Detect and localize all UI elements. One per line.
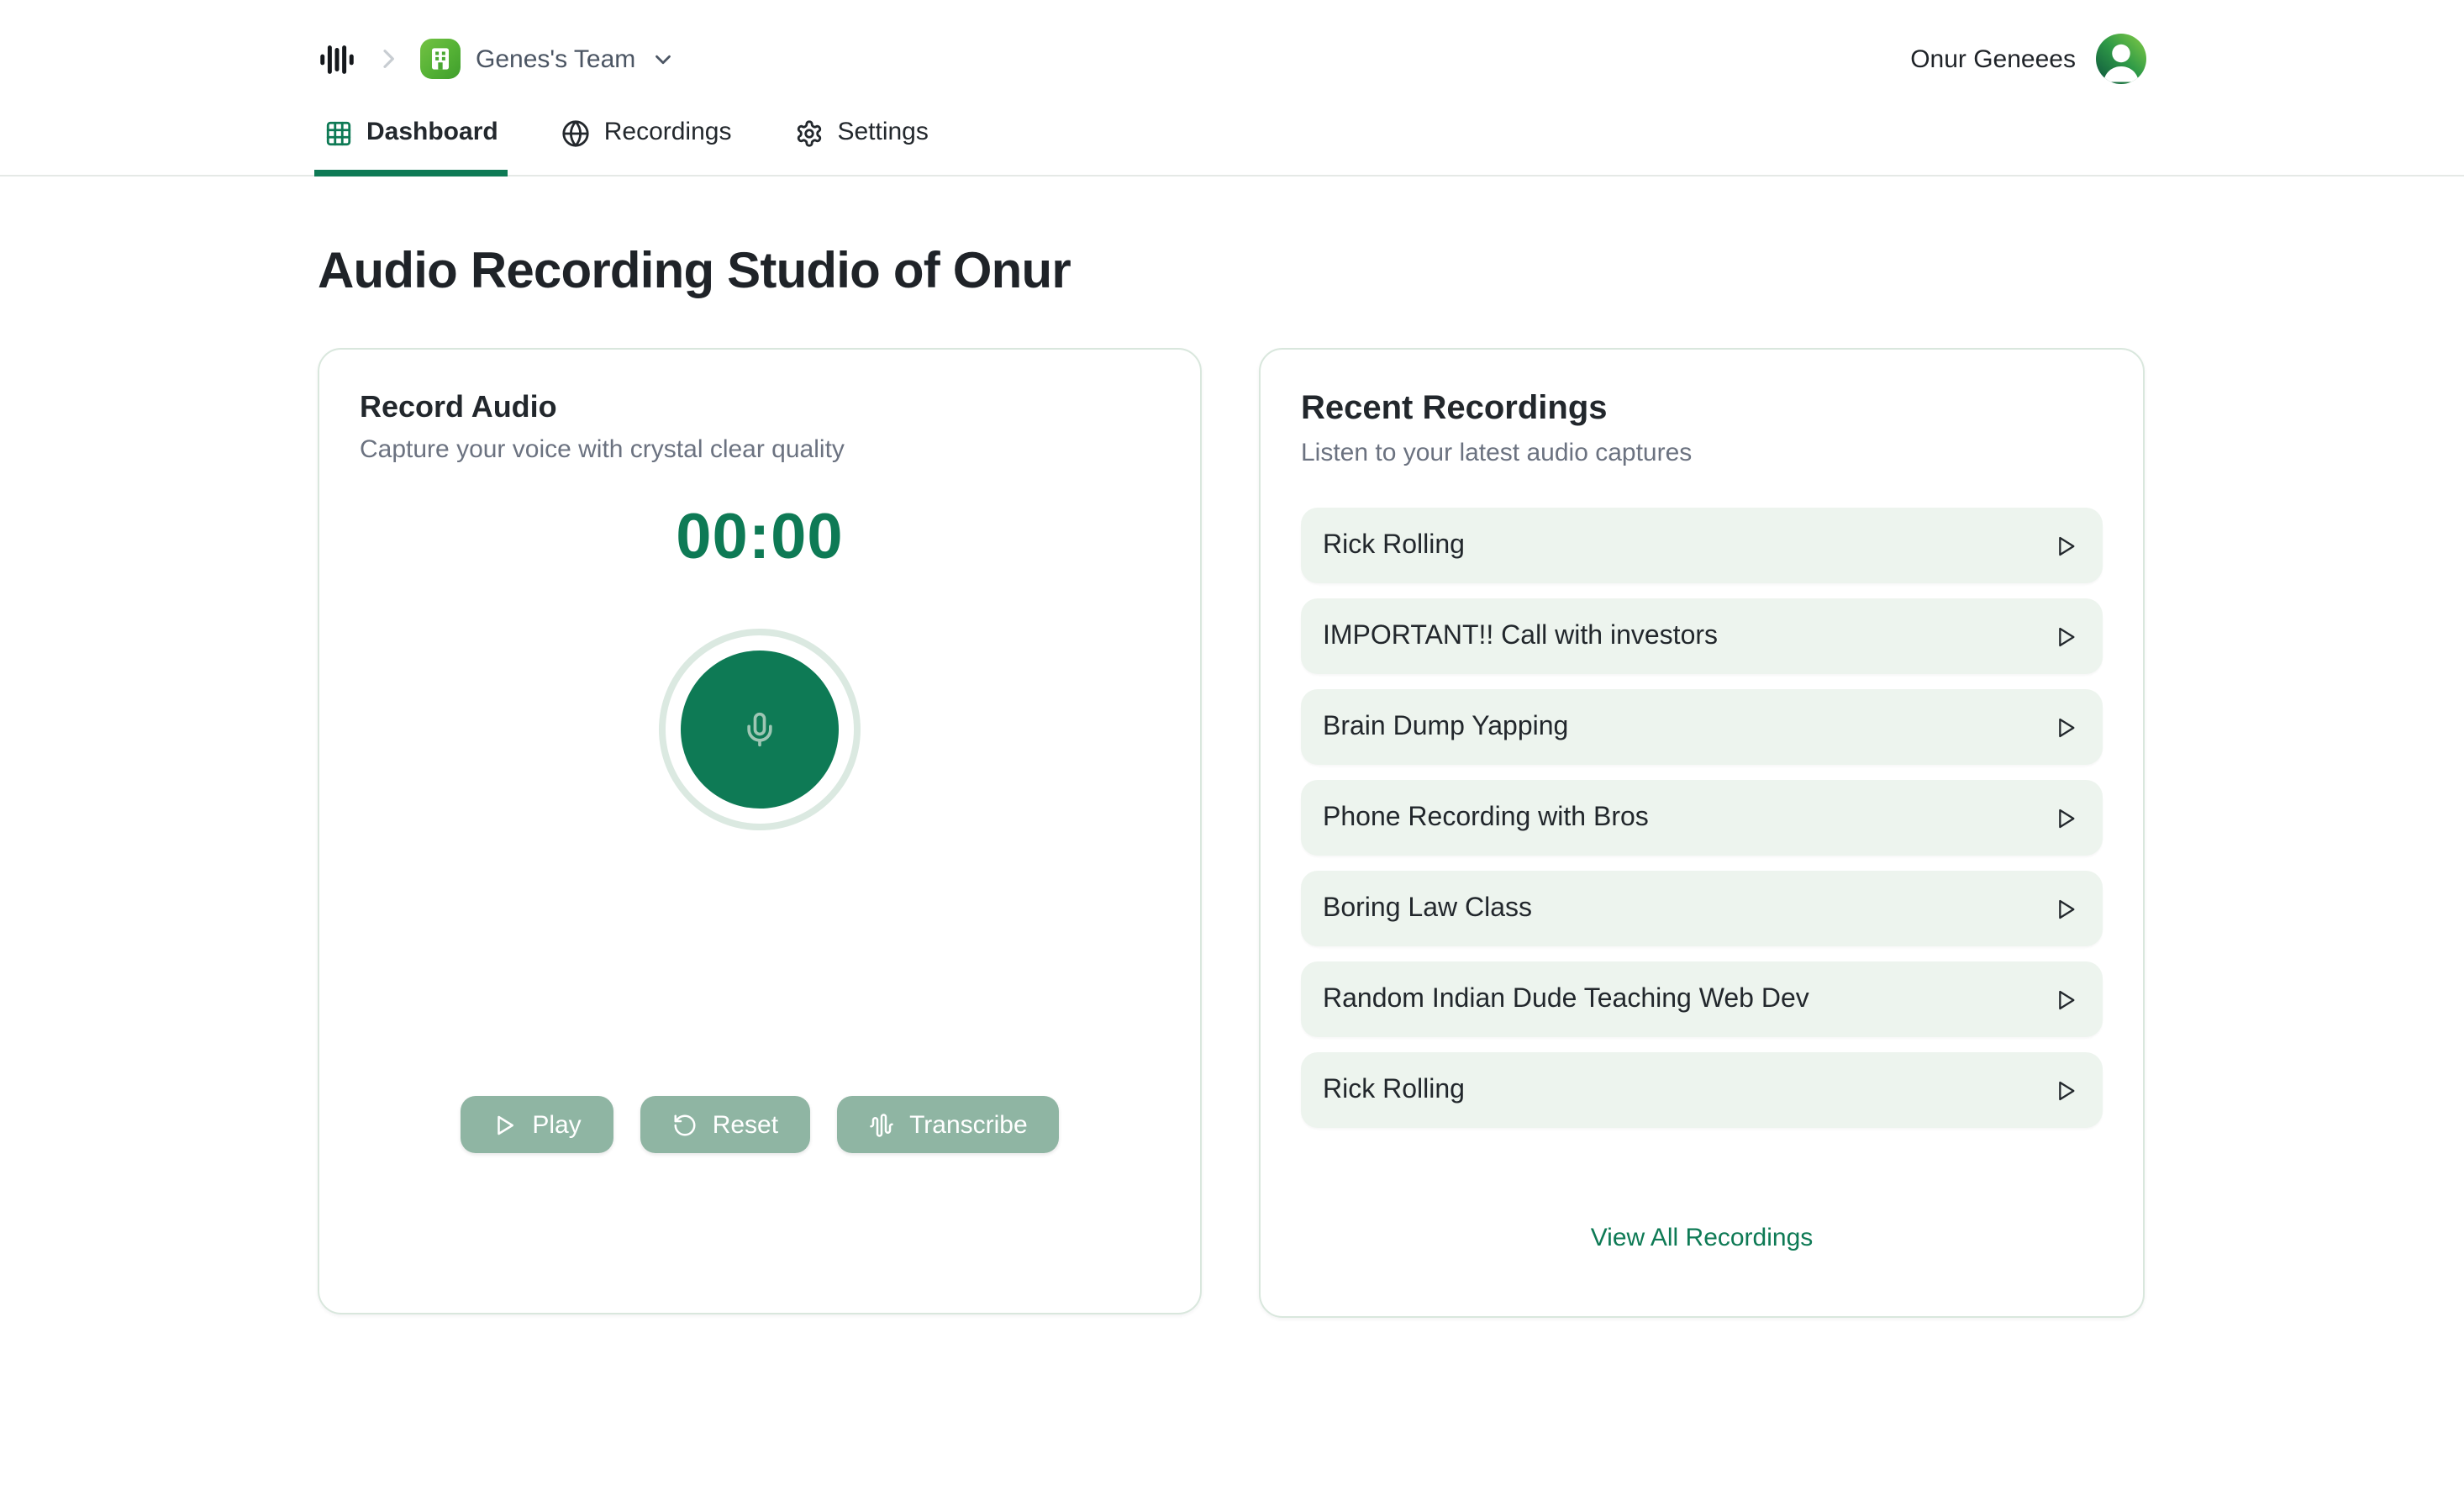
reset-button[interactable]: Reset	[640, 1096, 811, 1153]
record-card-title: Record Audio	[360, 390, 557, 424]
recording-list-item: Brain Dump Yapping	[1301, 689, 2103, 765]
play-recording-button[interactable]	[2047, 981, 2084, 1018]
recording-list-item: Boring Law Class	[1301, 871, 2103, 946]
play-icon	[497, 1114, 513, 1135]
play-button[interactable]: Play	[460, 1096, 613, 1153]
play-recording-button[interactable]	[2047, 708, 2084, 745]
recording-title: Brain Dump Yapping	[1323, 712, 1569, 740]
play-recording-button[interactable]	[2047, 890, 2084, 927]
main-nav: Dashboard Recordings Settings	[313, 114, 2146, 176]
recording-timer: 00:00	[676, 503, 844, 573]
record-button-circle	[681, 651, 839, 809]
main-content: Audio Recording Studio of Onur Record Au…	[318, 244, 2146, 1318]
play-icon	[2059, 898, 2075, 919]
tab-settings-label: Settings	[837, 118, 929, 146]
record-card-subtitle: Capture your voice with crystal clear qu…	[360, 435, 845, 464]
play-icon	[2059, 808, 2075, 828]
gear-icon	[798, 119, 822, 146]
page-title: Audio Recording Studio of Onur	[318, 244, 1071, 299]
play-button-label: Play	[532, 1110, 582, 1139]
brand-group: Genes's Team	[318, 39, 676, 79]
play-icon	[2059, 535, 2075, 556]
recording-list-item: Phone Recording with Bros	[1301, 780, 2103, 856]
play-recording-button[interactable]	[2047, 1072, 2084, 1109]
grid-icon	[326, 120, 351, 145]
audio-waveform-icon	[870, 1113, 893, 1136]
globe-icon	[563, 119, 590, 146]
recording-list-item: Rick Rolling	[1301, 1052, 2103, 1128]
record-audio-card: Record Audio Capture your voice with cry…	[318, 348, 1202, 1314]
recordings-card-title: Recent Recordings	[1301, 390, 1608, 427]
recording-title: Random Indian Dude Teaching Web Dev	[1323, 984, 1809, 1013]
chevron-down-icon	[655, 54, 671, 64]
play-icon	[2059, 1080, 2075, 1100]
play-recording-button[interactable]	[2047, 618, 2084, 655]
tab-dashboard-label: Dashboard	[366, 118, 498, 146]
play-icon	[2059, 626, 2075, 646]
user-silhouette-icon	[2103, 44, 2139, 82]
app-page: Genes's Team Onur Geneees Dashboard Reco…	[0, 0, 2464, 1496]
recording-title: Phone Recording with Bros	[1323, 803, 1649, 831]
recording-title: Rick Rolling	[1323, 530, 1465, 559]
view-all-recordings-link[interactable]: View All Recordings	[1581, 1222, 1824, 1254]
play-recording-button[interactable]	[2047, 527, 2084, 564]
user-group: Onur Geneees	[1910, 34, 2146, 84]
team-building-icon	[420, 39, 461, 79]
top-bar: Genes's Team Onur Geneees Dashboard Reco…	[0, 0, 2464, 176]
record-button[interactable]	[659, 629, 861, 830]
tab-recordings-label: Recordings	[603, 118, 732, 146]
team-switcher-button[interactable]: Genes's Team	[420, 39, 676, 79]
breadcrumb-chevron-right-icon	[375, 45, 402, 72]
recordings-list: Rick Rolling IMPORTANT!! Call with inves…	[1301, 508, 2103, 1128]
reset-button-label: Reset	[712, 1110, 779, 1139]
tab-dashboard[interactable]: Dashboard	[313, 114, 509, 176]
recording-list-item: Rick Rolling	[1301, 508, 2103, 583]
tab-settings[interactable]: Settings	[788, 114, 935, 175]
transcribe-button[interactable]: Transcribe	[837, 1096, 1060, 1153]
user-avatar[interactable]	[2096, 34, 2146, 84]
recording-list-item: IMPORTANT!! Call with investors	[1301, 598, 2103, 674]
play-icon	[2059, 989, 2075, 1009]
recording-controls: Play Reset Transcribe	[360, 1096, 1160, 1153]
recording-title: Boring Law Class	[1323, 893, 1532, 922]
transcribe-button-label: Transcribe	[909, 1110, 1028, 1139]
user-name-label: Onur Geneees	[1910, 45, 2076, 73]
microphone-icon	[747, 712, 772, 747]
recording-list-item: Random Indian Dude Teaching Web Dev	[1301, 961, 2103, 1037]
play-recording-button[interactable]	[2047, 799, 2084, 836]
team-name-label: Genes's Team	[476, 45, 636, 73]
tab-recordings[interactable]: Recordings	[555, 114, 739, 175]
recording-title: IMPORTANT!! Call with investors	[1323, 621, 1719, 650]
rotate-ccw-icon	[674, 1114, 696, 1135]
recent-recordings-card: Recent Recordings Listen to your latest …	[1259, 348, 2145, 1318]
recording-title: Rick Rolling	[1323, 1075, 1465, 1104]
recordings-card-subtitle: Listen to your latest audio captures	[1301, 439, 1693, 467]
play-icon	[2059, 717, 2075, 737]
app-logo-audio-waveform-icon[interactable]	[318, 40, 356, 78]
